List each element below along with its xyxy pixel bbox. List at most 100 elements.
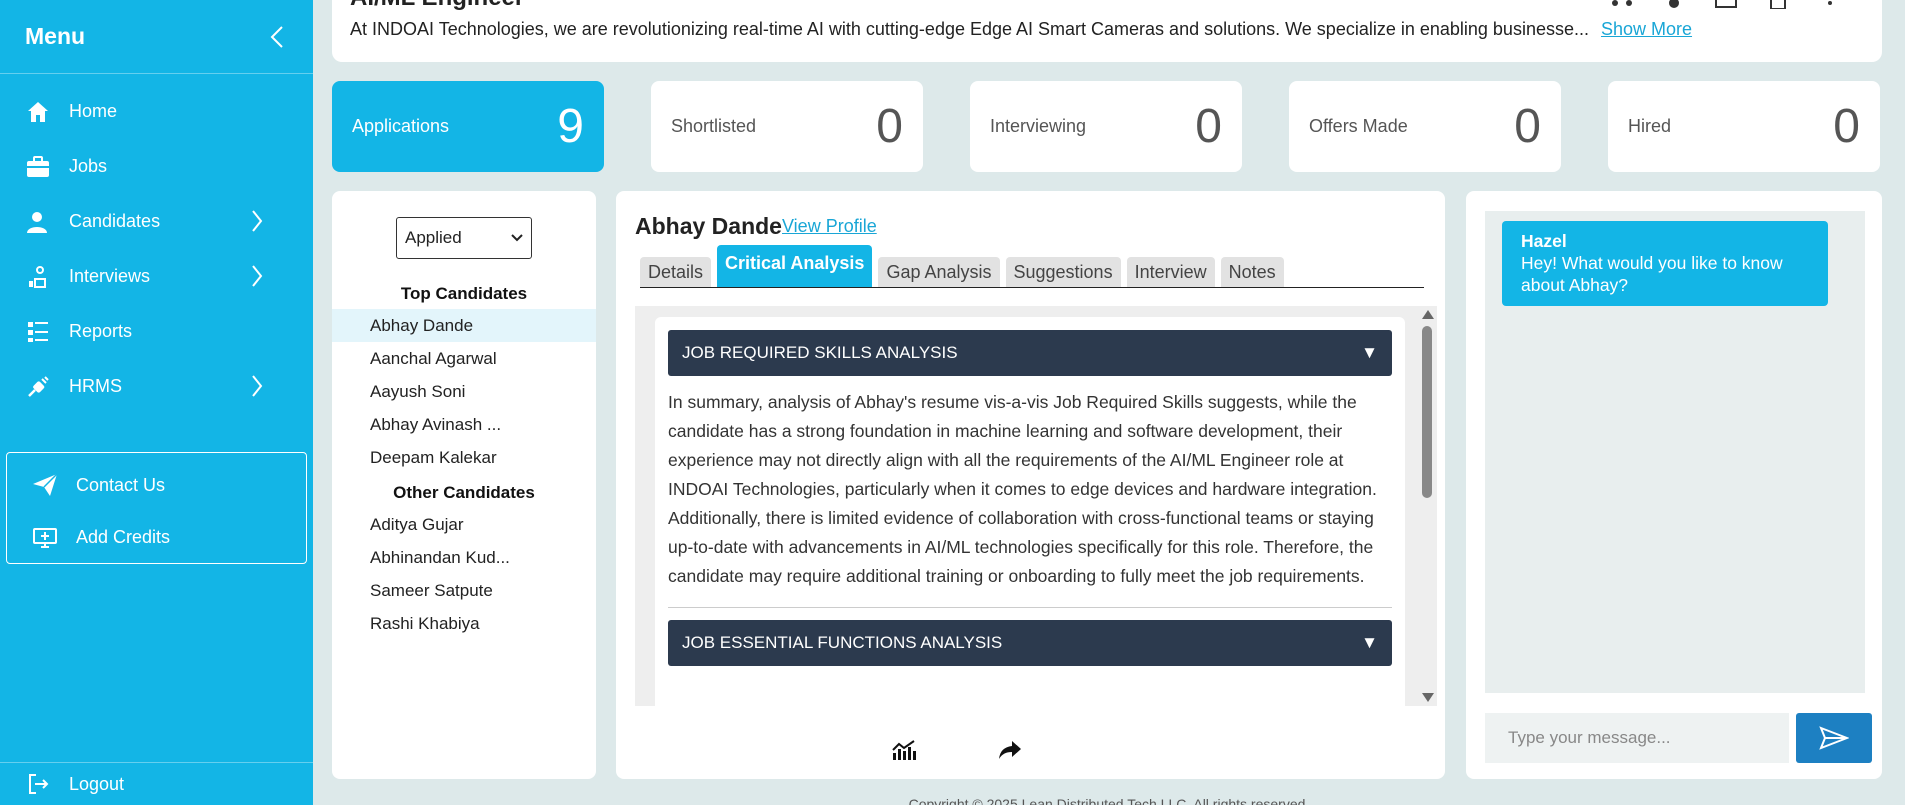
candidate-item[interactable]: Abhinandan Kud... bbox=[332, 541, 596, 574]
tab-critical-analysis[interactable]: Critical Analysis bbox=[717, 245, 873, 287]
stat-value: 9 bbox=[557, 100, 584, 153]
view-profile-link[interactable]: View Profile bbox=[782, 216, 877, 237]
logout-icon bbox=[25, 771, 51, 797]
more-icon[interactable] bbox=[1818, 0, 1842, 8]
analysis-panel: Abhay Dande View Profile Details Critica… bbox=[616, 191, 1445, 779]
chat-bubble: Hazel Hey! What would you like to know a… bbox=[1502, 221, 1828, 306]
stat-shortlisted[interactable]: Shortlisted 0 bbox=[651, 81, 923, 172]
analysis-card: JOB REQUIRED SKILLS ANALYSIS ▼ In summar… bbox=[655, 317, 1405, 706]
candidate-item[interactable]: Abhay Avinash ... bbox=[332, 408, 596, 441]
sidebar-item-label: Interviews bbox=[69, 266, 151, 286]
candidates-panel: Applied Top Candidates Abhay Dande Aanch… bbox=[332, 191, 596, 779]
sidebar-item-home[interactable]: Home bbox=[0, 84, 313, 139]
scroll-down-arrow-icon[interactable] bbox=[1422, 693, 1434, 702]
accordion-header-skills[interactable]: JOB REQUIRED SKILLS ANALYSIS ▼ bbox=[668, 330, 1392, 376]
credits-icon bbox=[32, 524, 58, 550]
add-credits-link[interactable]: Add Credits bbox=[7, 511, 306, 563]
stat-label: Shortlisted bbox=[671, 116, 757, 136]
candidate-item[interactable]: Aditya Gujar bbox=[332, 508, 596, 541]
candidate-item[interactable]: Aayush Soni bbox=[332, 375, 596, 408]
chevron-down-icon bbox=[511, 234, 523, 242]
chat-message-text: Hey! What would you like to know about A… bbox=[1521, 253, 1783, 295]
stat-hired[interactable]: Hired 0 bbox=[1608, 81, 1880, 172]
send-message-button[interactable] bbox=[1796, 713, 1872, 763]
candidate-item[interactable]: Rashi Khabiya bbox=[332, 607, 596, 640]
job-title: AI/ML Engineer bbox=[350, 0, 524, 12]
toggle-triangle-icon: ▼ bbox=[1361, 343, 1378, 362]
chevron-right-icon bbox=[252, 265, 263, 287]
stat-value: 0 bbox=[876, 100, 903, 153]
candidate-item[interactable]: Abhay Dande bbox=[332, 309, 596, 342]
sidebar-item-label: Reports bbox=[69, 321, 133, 341]
job-header-card: AI/ML Engineer At INDOAI Technologies, w… bbox=[332, 0, 1882, 62]
sidebar-item-jobs[interactable]: Jobs bbox=[0, 139, 313, 194]
sidebar-item-label: Jobs bbox=[69, 156, 108, 176]
sidebar-item-label: Candidates bbox=[69, 211, 161, 231]
sidebar-header: Menu bbox=[0, 0, 313, 74]
accordion-title: JOB REQUIRED SKILLS ANALYSIS bbox=[682, 343, 958, 362]
sidebar-nav: Home Jobs Candidates Interviews Reports … bbox=[0, 74, 313, 414]
contact-us-label: Contact Us bbox=[76, 474, 166, 495]
stat-label: Interviewing bbox=[990, 116, 1087, 136]
chevron-right-icon bbox=[252, 210, 263, 232]
mail-icon[interactable] bbox=[1714, 0, 1738, 8]
show-more-link[interactable]: Show More bbox=[1601, 19, 1692, 39]
document-icon[interactable] bbox=[1766, 0, 1790, 10]
logout-label: Logout bbox=[69, 773, 125, 794]
share-icon[interactable] bbox=[996, 736, 1024, 764]
sidebar-item-label: Home bbox=[69, 101, 118, 121]
analysis-content: JOB REQUIRED SKILLS ANALYSIS ▼ In summar… bbox=[635, 306, 1437, 706]
briefcase-icon bbox=[25, 154, 51, 180]
tab-details[interactable]: Details bbox=[640, 257, 712, 287]
user-settings-icon[interactable] bbox=[1662, 0, 1686, 8]
job-description-text: At INDOAI Technologies, we are revolutio… bbox=[350, 19, 1589, 39]
chat-messages: Hazel Hey! What would you like to know a… bbox=[1485, 211, 1865, 693]
contact-us-link[interactable]: Contact Us bbox=[7, 459, 306, 511]
sidebar-title: Menu bbox=[25, 23, 86, 49]
plug-icon bbox=[25, 374, 51, 400]
chevron-right-icon bbox=[252, 375, 263, 397]
top-candidates-heading: Top Candidates bbox=[400, 284, 528, 303]
accordion-body-skills: In summary, analysis of Abhay's resume v… bbox=[668, 376, 1392, 608]
other-candidates-heading: Other Candidates bbox=[393, 483, 535, 502]
stat-label: Hired bbox=[1628, 116, 1672, 136]
stat-label: Offers Made bbox=[1309, 116, 1408, 136]
tab-notes[interactable]: Notes bbox=[1220, 257, 1284, 287]
toggle-triangle-icon: ▼ bbox=[1361, 633, 1378, 652]
stat-offers-made[interactable]: Offers Made 0 bbox=[1289, 81, 1561, 172]
tab-interview[interactable]: Interview bbox=[1126, 257, 1215, 287]
candidate-item[interactable]: Sameer Satpute bbox=[332, 574, 596, 607]
logout-button[interactable]: Logout bbox=[0, 762, 313, 805]
sidebar-item-interviews[interactable]: Interviews bbox=[0, 249, 313, 304]
candidate-item[interactable]: Aanchal Agarwal bbox=[332, 342, 596, 375]
sidebar-item-reports[interactable]: Reports bbox=[0, 304, 313, 359]
sidebar-item-hrms[interactable]: HRMS bbox=[0, 359, 313, 414]
analysis-tabs: Details Critical Analysis Gap Analysis S… bbox=[640, 245, 1424, 288]
stat-interviewing[interactable]: Interviewing 0 bbox=[970, 81, 1242, 172]
sidebar-support-box: Contact Us Add Credits bbox=[6, 452, 307, 564]
status-filter-value: Applied bbox=[405, 228, 462, 247]
tab-suggestions[interactable]: Suggestions bbox=[1005, 257, 1121, 287]
collapse-sidebar-button[interactable] bbox=[266, 22, 288, 52]
chat-message-input[interactable] bbox=[1485, 713, 1789, 763]
add-credits-label: Add Credits bbox=[76, 526, 171, 547]
chart-icon[interactable] bbox=[890, 736, 918, 764]
accordion-header-functions[interactable]: JOB ESSENTIAL FUNCTIONS ANALYSIS ▼ bbox=[668, 620, 1392, 666]
user-icon bbox=[25, 209, 51, 235]
candidate-list: Top Candidates Abhay Dande Aanchal Agarw… bbox=[332, 279, 596, 640]
status-filter-select[interactable]: Applied bbox=[396, 217, 532, 259]
scrollbar-thumb[interactable] bbox=[1422, 326, 1432, 498]
candidate-item[interactable]: Deepam Kalekar bbox=[332, 441, 596, 474]
send-icon bbox=[1819, 726, 1849, 750]
tab-gap-analysis[interactable]: Gap Analysis bbox=[878, 257, 1000, 287]
scroll-up-arrow-icon[interactable] bbox=[1422, 310, 1434, 319]
candidate-name: Abhay Dande bbox=[635, 213, 782, 239]
chat-panel: Hazel Hey! What would you like to know a… bbox=[1466, 191, 1882, 779]
sidebar-item-candidates[interactable]: Candidates bbox=[0, 194, 313, 249]
stat-applications[interactable]: Applications 9 bbox=[332, 81, 604, 172]
chat-sender: Hazel bbox=[1521, 231, 1567, 251]
share-network-icon[interactable] bbox=[1610, 0, 1634, 8]
analysis-actions bbox=[616, 736, 1445, 766]
stat-value: 0 bbox=[1195, 100, 1222, 153]
content-scrollbar[interactable] bbox=[1421, 310, 1434, 702]
